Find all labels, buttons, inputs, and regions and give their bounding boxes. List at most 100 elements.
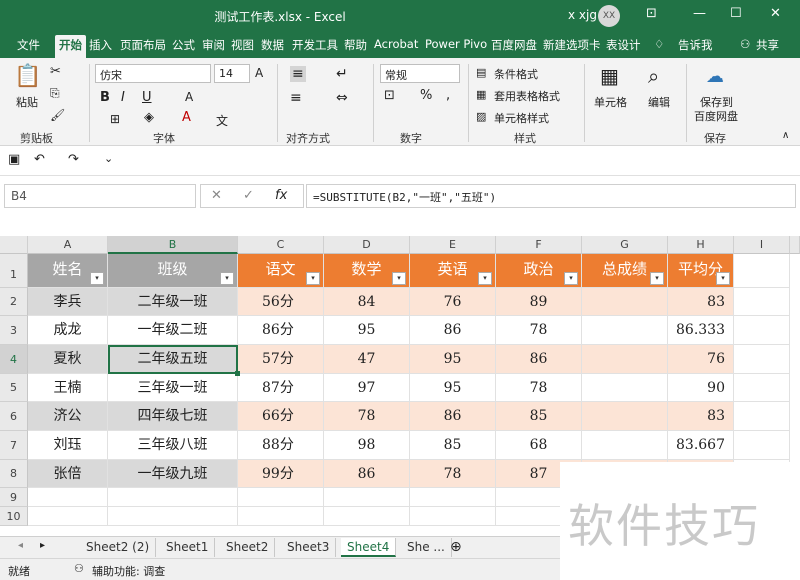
ribbon-display-icon[interactable]: ⊡ — [646, 6, 657, 21]
save-icon[interactable]: ▣ — [8, 152, 20, 167]
next-sheet-icon[interactable]: ▸ — [40, 540, 45, 551]
paste-button[interactable]: 粘贴 — [16, 94, 38, 110]
table-cell[interactable]: 99分 — [238, 460, 324, 488]
sheet-tab[interactable]: Sheet1 — [160, 538, 216, 557]
table-cell[interactable]: 86分 — [238, 316, 324, 345]
table-header-cell[interactable]: 总成绩 ▾ — [582, 254, 668, 288]
sheet-tab-active[interactable]: Sheet4 — [341, 538, 397, 557]
table-cell[interactable]: 90 — [668, 374, 734, 402]
cloud-icon[interactable]: ☁ — [706, 66, 724, 87]
table-cell[interactable]: 68 — [496, 431, 582, 460]
tab-developer[interactable]: 开发工具 — [292, 37, 338, 53]
table-cell[interactable]: 成龙 — [28, 316, 108, 345]
formula-input[interactable]: =SUBSTITUTE(B2,"一班","五班") — [306, 184, 796, 208]
table-cell[interactable]: 张倍 — [28, 460, 108, 488]
cells-button[interactable]: 单元格 — [594, 94, 627, 110]
italic-button[interactable]: I — [121, 90, 125, 105]
tab-table-design[interactable]: 表设计 — [606, 37, 641, 53]
table-cell[interactable] — [582, 316, 668, 345]
table-cell[interactable]: 47 — [324, 345, 410, 374]
tab-help[interactable]: 帮助 — [344, 37, 367, 53]
table-header-cell[interactable]: 班级 ▾ — [108, 254, 238, 288]
fill-handle[interactable] — [235, 371, 240, 376]
sheet-tab[interactable]: Sheet2 (2) — [80, 538, 157, 557]
table-cell[interactable]: 一年级九班 — [108, 460, 238, 488]
table-cell[interactable]: 86 — [410, 316, 496, 345]
column-header[interactable]: A — [28, 236, 108, 254]
format-as-table-button[interactable]: 套用表格格式 — [494, 88, 560, 104]
paste-icon[interactable]: 📋 — [14, 64, 41, 89]
tab-home[interactable]: 开始 — [55, 35, 86, 58]
table-cell[interactable]: 刘珏 — [28, 431, 108, 460]
font-color-icon[interactable]: A — [182, 110, 191, 125]
tab-file[interactable]: 文件 — [17, 37, 40, 53]
font-size-increase-icon[interactable]: A — [185, 90, 193, 104]
table-cell[interactable]: 78 — [496, 316, 582, 345]
column-header[interactable]: F — [496, 236, 582, 254]
table-cell[interactable]: 76 — [668, 345, 734, 374]
cell-styles-button[interactable]: 单元格样式 — [494, 110, 549, 126]
table-cell[interactable] — [108, 507, 238, 526]
close-icon[interactable]: ✕ — [770, 6, 781, 21]
table-cell[interactable]: 三年级一班 — [108, 374, 238, 402]
table-cell[interactable]: 57分 — [238, 345, 324, 374]
tab-new-tab[interactable]: 新建选项卡 — [543, 37, 601, 53]
format-painter-icon[interactable]: 🖌 — [50, 108, 65, 122]
row-header[interactable]: 1 — [0, 254, 28, 288]
add-sheet-icon[interactable]: ⊕ — [450, 539, 462, 555]
tab-view[interactable]: 视图 — [231, 37, 254, 53]
table-cell[interactable] — [324, 507, 410, 526]
row-header[interactable]: 6 — [0, 402, 28, 431]
table-cell[interactable]: 86.333 — [668, 316, 734, 345]
search-icon[interactable]: ⌕ — [648, 64, 659, 88]
table-cell[interactable] — [238, 488, 324, 507]
sheet-tab[interactable]: Sheet3 — [281, 538, 337, 557]
select-all-corner[interactable] — [0, 236, 28, 254]
table-cell[interactable] — [324, 488, 410, 507]
table-cell[interactable]: 85 — [410, 431, 496, 460]
row-header[interactable]: 4 — [0, 345, 28, 374]
table-cell[interactable]: 夏秋 — [28, 345, 108, 374]
row-header[interactable]: 3 — [0, 316, 28, 345]
row-header[interactable]: 7 — [0, 431, 28, 460]
font-name-select[interactable]: 仿宋 — [95, 64, 211, 83]
row-header[interactable]: 10 — [0, 507, 28, 526]
tab-data[interactable]: 数据 — [261, 37, 284, 53]
cell-styles-icon[interactable]: ▨ — [476, 110, 486, 123]
percent-icon[interactable]: % — [420, 88, 432, 103]
table-cell[interactable]: 76 — [410, 288, 496, 316]
table-cell[interactable] — [238, 507, 324, 526]
table-cell[interactable]: 86 — [324, 460, 410, 488]
table-cell[interactable] — [582, 288, 668, 316]
table-cell[interactable]: 三年级八班 — [108, 431, 238, 460]
redo-icon[interactable]: ↷ — [68, 152, 79, 167]
table-cell[interactable]: 王楠 — [28, 374, 108, 402]
baidu-netdisk-button[interactable]: 百度网盘 — [694, 108, 738, 124]
table-cell[interactable]: 86 — [496, 345, 582, 374]
column-header[interactable]: I — [734, 236, 790, 254]
table-header-cell[interactable]: 姓名 ▾ — [28, 254, 108, 288]
lightbulb-icon[interactable]: ♢ — [654, 37, 664, 51]
comma-icon[interactable]: , — [446, 88, 450, 103]
table-cell[interactable] — [28, 507, 108, 526]
table-cell[interactable]: 二年级五班 — [108, 345, 238, 374]
row-header[interactable]: 5 — [0, 374, 28, 402]
table-cell[interactable]: 78 — [410, 460, 496, 488]
row-header[interactable]: 9 — [0, 488, 28, 507]
table-cell[interactable]: 89 — [496, 288, 582, 316]
tab-tell-me[interactable]: 告诉我 — [678, 37, 713, 53]
underline-button[interactable]: U — [142, 90, 152, 105]
row-header[interactable]: 8 — [0, 460, 28, 488]
filter-dropdown-icon[interactable]: ▾ — [392, 272, 406, 285]
filter-dropdown-icon[interactable]: ▾ — [716, 272, 730, 285]
align-top-icon[interactable]: ≡ — [290, 66, 306, 82]
previous-sheet-icon[interactable]: ◂ — [18, 540, 23, 551]
table-cell[interactable]: 78 — [324, 402, 410, 431]
accessibility-icon[interactable]: ⚇ — [74, 562, 84, 575]
table-cell[interactable] — [108, 488, 238, 507]
filter-dropdown-icon[interactable]: ▾ — [650, 272, 664, 285]
editing-button[interactable]: 编辑 — [648, 94, 670, 110]
font-size-select[interactable]: 14 — [214, 64, 250, 83]
table-cell[interactable] — [734, 288, 790, 316]
table-cell[interactable]: 83 — [668, 402, 734, 431]
